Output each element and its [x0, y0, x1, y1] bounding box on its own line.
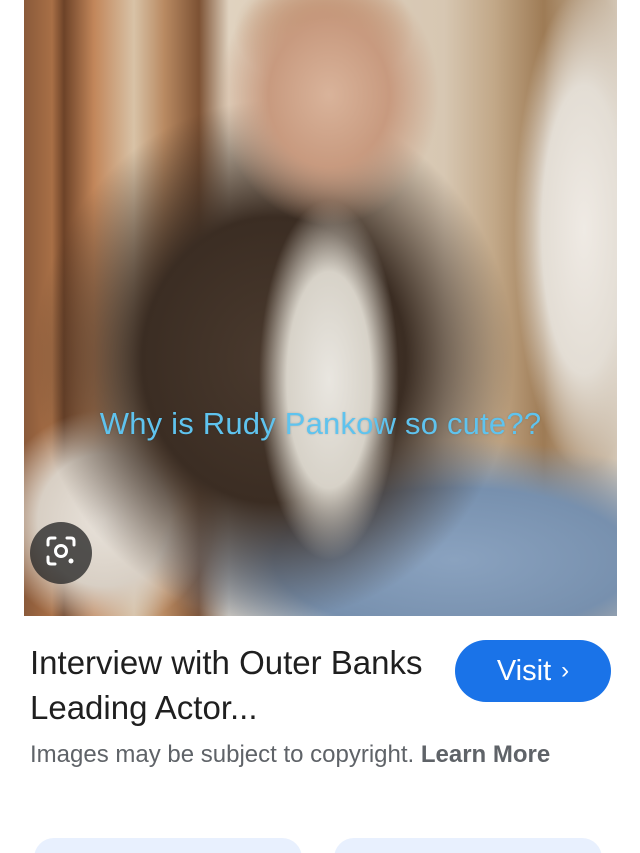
image-overlay-caption: Why is Rudy Pankow so cute?? — [99, 406, 542, 441]
google-lens-icon — [44, 534, 78, 572]
visit-button[interactable]: Visit › — [455, 640, 611, 702]
chevron-right-icon: › — [561, 657, 570, 684]
action-chip-left[interactable] — [34, 838, 302, 853]
result-image[interactable]: Why is Rudy Pankow so cute?? — [24, 0, 617, 616]
visit-button-label: Visit — [496, 654, 552, 687]
copyright-text: Images may be subject to copyright. — [30, 741, 415, 768]
result-title[interactable]: Interview with Outer Banks Leading Actor… — [30, 640, 430, 730]
learn-more-link[interactable]: Learn More — [421, 741, 550, 768]
copyright-notice: Images may be subject to copyright. Lear… — [30, 736, 590, 773]
image-viewer-page: Why is Rudy Pankow so cute?? Interview w… — [0, 0, 640, 853]
action-chip-right[interactable] — [334, 838, 602, 853]
google-lens-button[interactable] — [30, 522, 92, 584]
